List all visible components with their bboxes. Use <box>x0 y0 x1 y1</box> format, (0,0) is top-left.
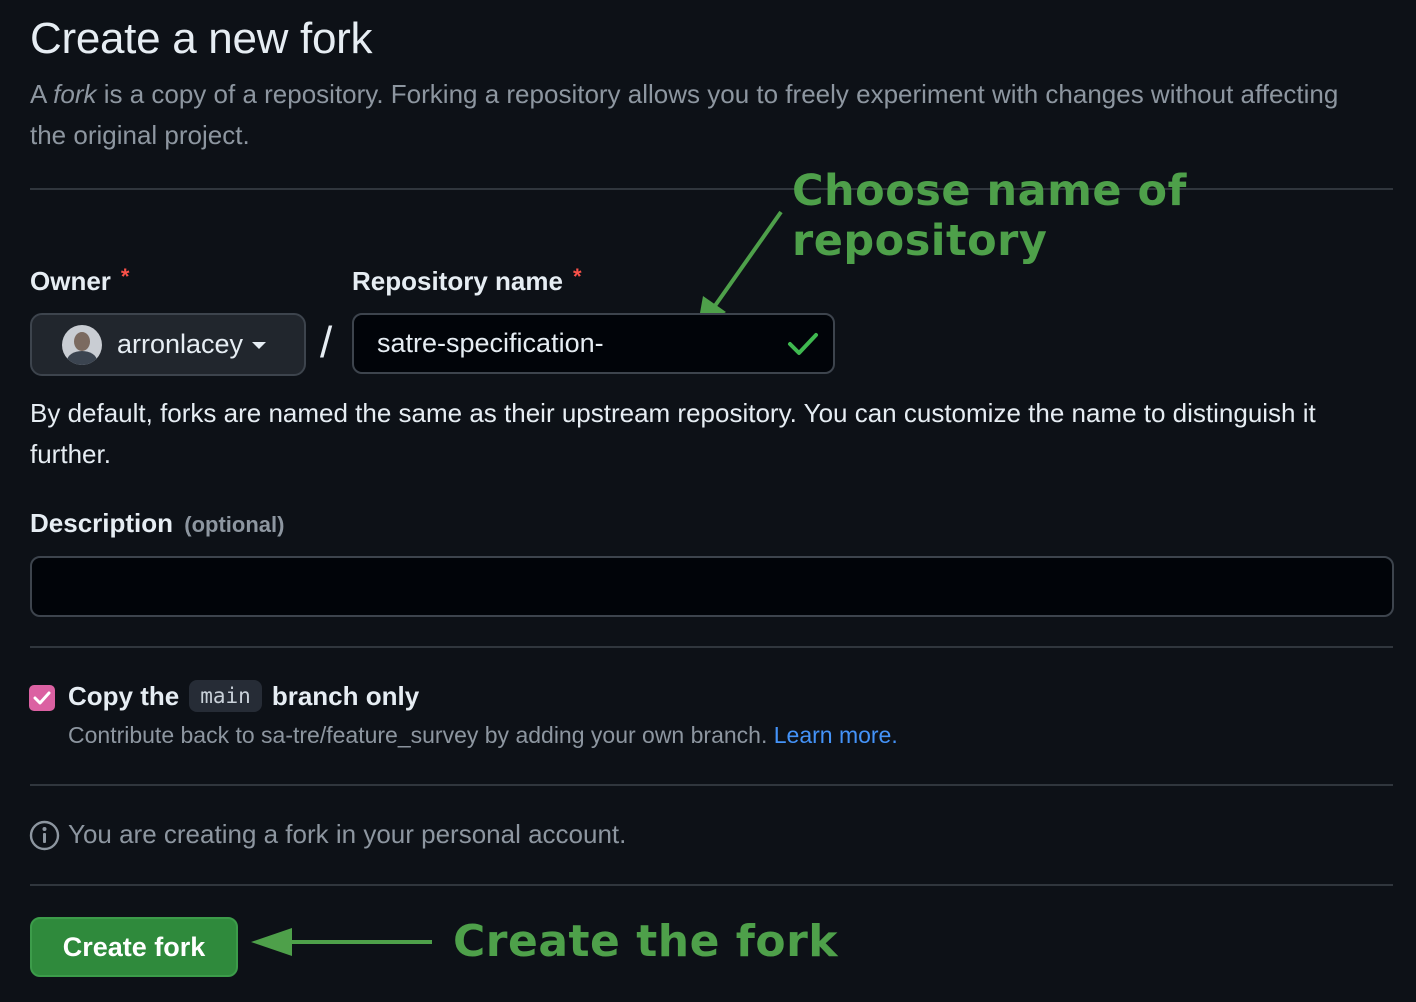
subtitle-prefix: A <box>30 79 54 109</box>
create-fork-button[interactable]: Create fork <box>30 917 238 977</box>
description-label: Description (optional) <box>30 508 284 539</box>
description-label-text: Description <box>30 508 174 538</box>
avatar-body <box>67 350 97 365</box>
required-marker: * <box>572 264 582 289</box>
annotation-arrow-create-fork <box>251 928 432 956</box>
user-avatar <box>62 324 102 365</box>
owner-dropdown[interactable]: arronlacey <box>30 313 306 376</box>
divider-mid <box>30 646 1393 648</box>
owner-repo-separator: / <box>320 318 333 367</box>
copy-branch-label: Copy the main branch only <box>68 680 419 712</box>
repository-name-label-text: Repository name <box>352 266 563 296</box>
owner-label-text: Owner <box>30 266 111 296</box>
avatar-head <box>74 331 90 351</box>
triangle-down-icon <box>252 342 267 349</box>
repository-name-input[interactable]: satre-specification- <box>352 313 835 374</box>
owner-name: arronlacey <box>117 329 244 359</box>
optional-hint: (optional) <box>184 512 285 537</box>
owner-label: Owner * <box>30 264 129 297</box>
divider-lower <box>30 784 1393 786</box>
repository-name-help: By default, forks are named the same as … <box>30 398 1316 469</box>
page-subtitle: A fork is a copy of a repository. Forkin… <box>30 74 1370 156</box>
check-icon <box>33 691 51 705</box>
branch-name-code: main <box>189 680 262 712</box>
annotation-create-fork: Create the fork <box>453 916 839 967</box>
divider-bottom <box>30 884 1393 886</box>
copy-branch-suffix: branch only <box>271 680 420 711</box>
contribute-help: Contribute back to sa-tre/feature_survey… <box>68 722 898 749</box>
annotation-choose-name: Choose name of repository <box>792 166 1187 266</box>
info-icon <box>29 820 60 851</box>
contribute-text: Contribute back to sa-tre/feature_survey… <box>68 722 768 748</box>
learn-more-link[interactable]: Learn more. <box>774 722 898 748</box>
required-marker: * <box>120 264 130 289</box>
repository-name-label: Repository name * <box>352 264 582 297</box>
repository-name-value: satre-specification- <box>377 328 604 358</box>
page-title: Create a new fork <box>30 14 373 63</box>
check-icon <box>788 333 818 355</box>
subtitle-emphasis: fork <box>53 79 97 109</box>
copy-branch-prefix: Copy the <box>68 680 180 711</box>
subtitle-text: is a copy of a repository. Forking a rep… <box>30 79 1339 150</box>
personal-account-notice: You are creating a fork in your personal… <box>68 819 627 849</box>
copy-main-branch-checkbox[interactable] <box>29 685 55 711</box>
description-input[interactable] <box>30 556 1394 617</box>
create-fork-page: Create a new fork A fork is a copy of a … <box>0 0 1416 1002</box>
